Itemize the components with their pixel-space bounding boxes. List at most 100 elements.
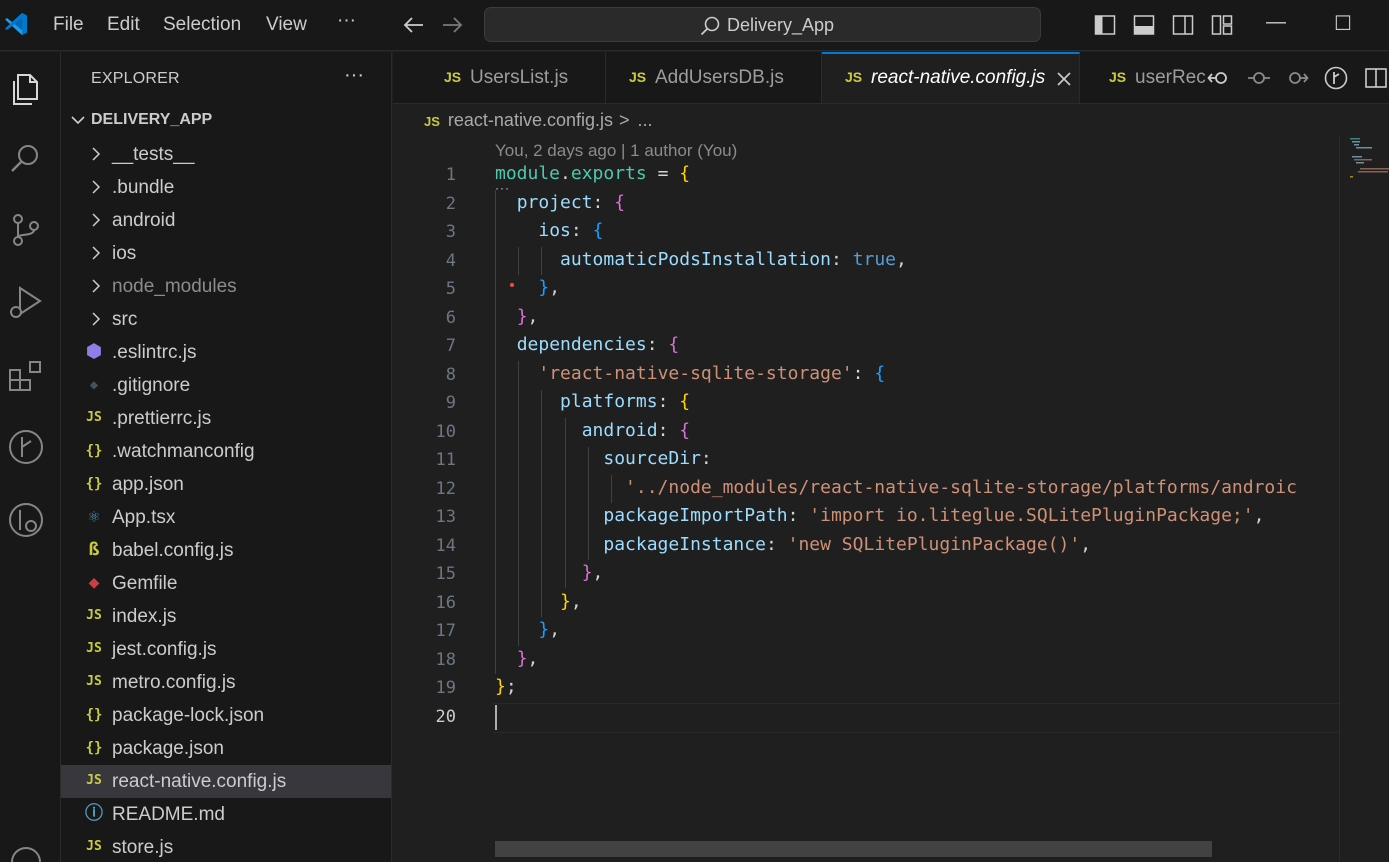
menu-file[interactable]: File	[53, 14, 84, 36]
line-number: 18	[435, 649, 456, 670]
folder-item[interactable]: .bundle	[61, 171, 391, 204]
accounts-icon[interactable]	[6, 842, 46, 862]
line-number: 7	[445, 336, 456, 356]
git-graph-icon[interactable]	[6, 427, 46, 467]
code-editor[interactable]: You, 2 days ago | 1 author (You) 1234567…	[393, 136, 1389, 862]
breadcrumb-symbol[interactable]: ...	[638, 110, 653, 130]
menu-selection[interactable]: Selection	[163, 14, 241, 36]
file-item[interactable]: ⓘ README.md	[61, 798, 391, 831]
file-name: app.json	[112, 474, 184, 495]
code-line-1: module.exports = {	[495, 163, 691, 184]
file-name: store.js	[112, 837, 174, 858]
breadcrumb-file[interactable]: react-native.config.js	[448, 110, 613, 130]
js-file-icon: JS	[86, 674, 102, 689]
chevron-down-icon	[71, 116, 85, 125]
split-editor-icon[interactable]	[1364, 66, 1388, 90]
editor-tabs: JS UsersList.js JS AddUsersDB.js JS reac…	[393, 52, 1389, 104]
file-item[interactable]: JS jest.config.js	[61, 633, 391, 666]
horizontal-scrollbar[interactable]	[495, 841, 1212, 857]
extensions-icon[interactable]	[6, 356, 46, 396]
file-item[interactable]: JS .prettierrc.js	[61, 402, 391, 435]
tab-userslist[interactable]: JS UsersList.js	[393, 52, 606, 103]
search-icon[interactable]	[6, 139, 46, 179]
gitlens-icon[interactable]	[6, 500, 46, 540]
file-item[interactable]: {} package.json	[61, 732, 391, 765]
file-name: App.tsx	[112, 507, 176, 528]
menu-edit[interactable]: Edit	[107, 14, 140, 36]
line-number: 20	[435, 706, 456, 727]
maximize-button[interactable]: ☐	[1334, 11, 1352, 36]
command-center-search[interactable]: Delivery_App	[484, 7, 1041, 42]
breadcrumb[interactable]: JS react-native.config.js >...	[424, 110, 653, 134]
code-line-3: ios: {	[538, 220, 604, 241]
git-blame-codelens[interactable]: You, 2 days ago | 1 author (You)	[495, 141, 737, 161]
chevron-right-icon	[92, 180, 101, 194]
code-line-8: 'react-native-sqlite-storage': {	[538, 363, 886, 384]
menu-view[interactable]: View	[266, 14, 307, 36]
minimap[interactable]	[1339, 136, 1389, 862]
tab-userrec[interactable]: JS userRec	[1080, 52, 1206, 103]
folder-item[interactable]: src	[61, 303, 391, 336]
file-item[interactable]: ⚛ App.tsx	[61, 501, 391, 534]
line-number: 8	[445, 364, 456, 385]
file-name: .prettierrc.js	[112, 408, 212, 429]
timeline-commit-icon[interactable]	[1247, 66, 1271, 90]
file-name: metro.config.js	[112, 672, 236, 693]
file-item[interactable]: JS index.js	[61, 600, 391, 633]
file-item[interactable]: JS metro.config.js	[61, 666, 391, 699]
folder-item[interactable]: node_modules	[61, 270, 391, 303]
file-item[interactable]: JS store.js	[61, 831, 391, 862]
menu-more-button[interactable]: ···	[337, 10, 356, 32]
toggle-panel-icon[interactable]	[1133, 14, 1155, 36]
previous-change-icon[interactable]	[1207, 66, 1231, 90]
activity-bar	[0, 52, 61, 862]
customize-layout-icon[interactable]	[1211, 14, 1233, 36]
file-item[interactable]: {} package-lock.json	[61, 699, 391, 732]
folder-item[interactable]: __tests__	[61, 138, 391, 171]
file-item[interactable]: {} .watchmanconfig	[61, 435, 391, 468]
file-name: babel.config.js	[112, 540, 234, 561]
tab-adduserdb[interactable]: JS AddUsersDB.js	[606, 52, 822, 103]
arrow-right-icon[interactable]	[441, 15, 465, 35]
toggle-primary-sidebar-icon[interactable]	[1094, 14, 1116, 36]
workspace-root-folder[interactable]: DELIVERY_APP	[61, 107, 391, 135]
next-change-icon[interactable]	[1285, 66, 1309, 90]
js-file-icon: JS	[86, 608, 102, 623]
code-line-11: sourceDir:	[603, 448, 712, 469]
file-item[interactable]: ⬢ .eslintrc.js	[61, 336, 391, 369]
explorer-files-icon[interactable]	[6, 69, 46, 109]
close-icon[interactable]	[1056, 71, 1072, 87]
tab-react-native-config[interactable]: JS react-native.config.js	[822, 52, 1080, 103]
file-name: .eslintrc.js	[112, 342, 197, 363]
toggle-secondary-sidebar-icon[interactable]	[1172, 14, 1194, 36]
folder-item[interactable]: android	[61, 204, 391, 237]
file-item[interactable]: JS react-native.config.js	[61, 765, 391, 798]
tab-label: userRec	[1135, 67, 1206, 88]
explorer-more-button[interactable]: ···	[344, 64, 364, 87]
file-item[interactable]: {} app.json	[61, 468, 391, 501]
file-name: src	[112, 309, 138, 330]
code-line-19: };	[495, 676, 517, 697]
code-line-15: },	[581, 562, 604, 583]
file-item[interactable]: ß babel.config.js	[61, 534, 391, 567]
git-compare-icon[interactable]	[1324, 66, 1348, 90]
file-name: package.json	[112, 738, 224, 759]
source-control-icon[interactable]	[6, 210, 46, 250]
file-item[interactable]: ◆ .gitignore	[61, 369, 391, 402]
code-line-7: dependencies: {	[516, 334, 680, 355]
minimize-button[interactable]: —	[1266, 11, 1286, 34]
file-item[interactable]: ◆ Gemfile	[61, 567, 391, 600]
command-center-text: Delivery_App	[727, 15, 835, 35]
explorer-title: EXPLORER	[91, 70, 180, 87]
minimap-preview	[1350, 138, 1389, 178]
code-line-4: automaticPodsInstallation: true,	[560, 249, 907, 270]
js-file-icon: JS	[86, 773, 102, 788]
file-tree: __tests__ .bundle android ios node_modulessr…	[61, 138, 391, 862]
file-name: node_modules	[112, 276, 237, 297]
code-line-5: },	[538, 277, 561, 298]
arrow-left-icon[interactable]	[401, 15, 425, 35]
run-and-debug-icon[interactable]	[6, 282, 46, 322]
line-number: 9	[445, 393, 456, 413]
tab-label: UsersList.js	[470, 67, 569, 88]
folder-item[interactable]: ios	[61, 237, 391, 270]
